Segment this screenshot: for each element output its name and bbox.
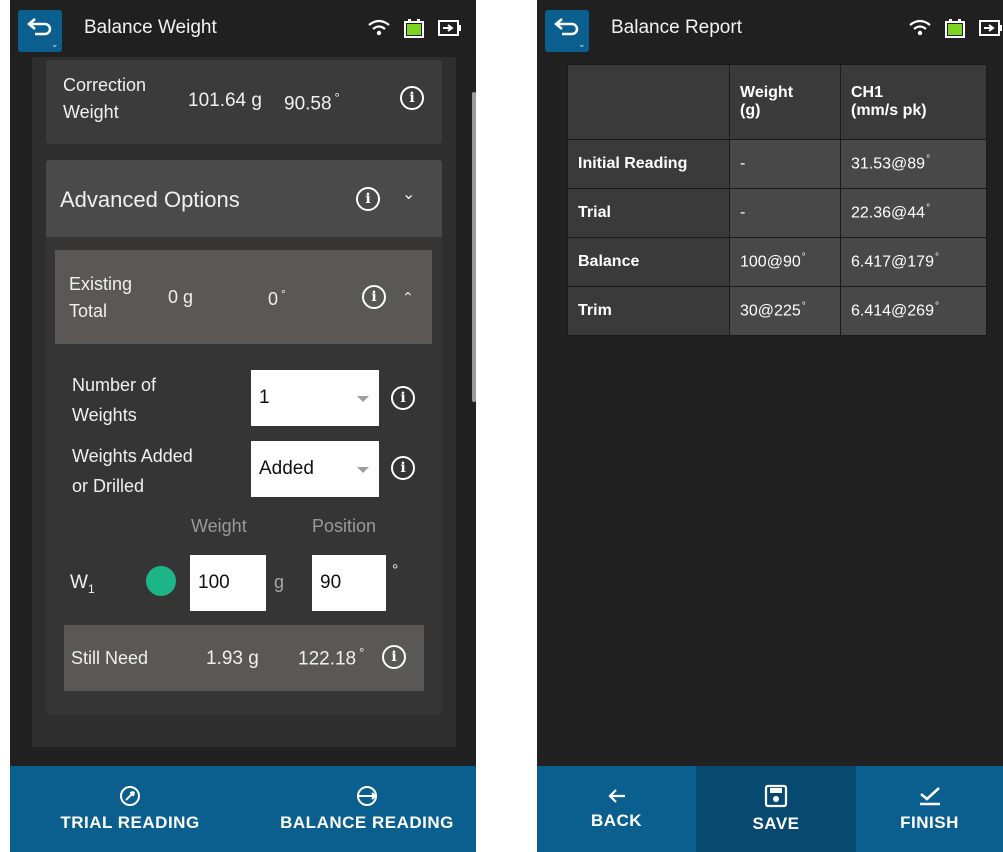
number-of-weights-select[interactable]: 1 — [251, 370, 379, 426]
table-row: Trim 30@225° 6.414@269° — [567, 286, 987, 336]
power-plug-icon — [438, 20, 461, 36]
row-label: Initial Reading — [567, 139, 730, 189]
existing-total-weight: 0 g — [168, 287, 194, 307]
chevron-down-icon: ⌄ — [51, 39, 59, 49]
battery-icon — [945, 19, 965, 38]
still-need-panel: Still Need 1.93 g 122.18 ° i — [64, 625, 424, 691]
back-menu-button[interactable]: ⌄ — [545, 10, 589, 52]
table-row: Initial Reading - 31.53@89° — [567, 139, 987, 189]
info-icon[interactable]: i — [400, 86, 424, 110]
top-bar: ⌄ Balance Report — [537, 0, 1003, 57]
power-plug-icon — [979, 20, 1002, 36]
advanced-options-card: Advanced Options i ⌄ Existing Total 0 g … — [46, 160, 442, 715]
checkmark-icon — [919, 787, 940, 806]
back-arrow-icon — [27, 18, 52, 36]
bottom-action-bar: TRIAL READING BALANCE READING — [10, 766, 476, 852]
table-header-row: Weight (g) CH1 (mm/s pk) — [567, 64, 987, 140]
row-weight: 30@225° — [729, 286, 841, 336]
weight-row-label: W1 — [70, 572, 95, 596]
correction-weight-value: 101.64 g — [188, 90, 262, 111]
wifi-icon — [909, 19, 931, 36]
trial-gauge-icon — [120, 786, 140, 806]
chevron-down-icon — [357, 467, 369, 473]
page-title: Balance Report — [611, 17, 742, 38]
balance-reading-button[interactable]: BALANCE READING — [272, 766, 462, 852]
chevron-down-icon — [357, 396, 369, 402]
balance-weight-screen: ⌄ Balance Weight Correction Weight 101.6… — [10, 0, 476, 852]
wifi-icon — [368, 19, 390, 36]
chevron-up-icon[interactable]: ⌄ — [402, 288, 414, 305]
position-column-header: Position — [312, 516, 377, 536]
number-of-weights-label: Number of Weights — [72, 375, 157, 425]
correction-weight-card: Correction Weight 101.64 g 90.58 ° i — [46, 60, 442, 144]
weights-added-label: Weights Added or Drilled — [72, 446, 193, 496]
still-need-weight: 1.93 g — [206, 648, 259, 669]
save-disk-icon — [764, 784, 788, 808]
still-need-angle: 122.18 ° — [298, 645, 365, 670]
weights-added-select[interactable]: Added — [251, 441, 379, 497]
info-icon[interactable]: i — [362, 285, 386, 309]
table-row: Trial - 22.36@44° — [567, 188, 987, 238]
back-button[interactable]: BACK — [537, 766, 696, 852]
existing-total-angle: 0 ° — [268, 287, 286, 309]
info-icon[interactable]: i — [356, 187, 380, 211]
row-ch1: 31.53@89° — [840, 139, 987, 189]
table-header-empty — [567, 64, 730, 140]
back-arrow-icon — [554, 18, 579, 36]
existing-total-panel: Existing Total 0 g 0 ° i ⌄ — [55, 250, 432, 344]
balance-report-table: Weight (g) CH1 (mm/s pk) Initial Reading -… — [567, 64, 987, 336]
weight-unit: g — [274, 572, 285, 592]
chevron-down-icon[interactable]: ⌄ — [402, 184, 415, 204]
position-degree-symbol: ° — [392, 562, 399, 579]
row-label: Trim — [567, 286, 730, 336]
row-weight: 100@90° — [729, 237, 841, 287]
trial-reading-button[interactable]: TRIAL READING — [50, 766, 210, 852]
info-icon[interactable]: i — [382, 645, 406, 669]
row-label: Trial — [567, 188, 730, 238]
row-ch1: 6.414@269° — [840, 286, 987, 336]
weight-column-header: Weight — [191, 516, 247, 536]
top-bar: ⌄ Balance Weight — [10, 0, 476, 57]
correction-angle-value: 90.58 ° — [284, 90, 340, 115]
still-need-label: Still Need — [71, 648, 149, 668]
row-weight: - — [729, 188, 841, 238]
position-input[interactable]: 90 — [312, 555, 386, 611]
weight-input[interactable]: 100 — [190, 555, 266, 611]
weight-color-dot — [146, 566, 176, 596]
existing-total-label: Existing Total — [69, 274, 133, 321]
balance-target-icon — [357, 786, 377, 806]
table-header-ch1: CH1 (mm/s pk) — [840, 64, 987, 140]
table-row: Balance 100@90° 6.417@179° — [567, 237, 987, 287]
chevron-down-icon: ⌄ — [578, 39, 586, 49]
bottom-action-bar: BACK SAVE FINISH — [537, 766, 1003, 852]
arrow-left-icon — [607, 789, 625, 803]
table-header-weight: Weight (g) — [729, 64, 841, 140]
info-icon[interactable]: i — [391, 386, 415, 410]
info-icon[interactable]: i — [391, 456, 415, 480]
battery-icon — [404, 19, 424, 38]
correction-weight-label: Correction Weight — [63, 75, 147, 122]
row-ch1: 6.417@179° — [840, 237, 987, 287]
row-label: Balance — [567, 237, 730, 287]
row-ch1: 22.36@44° — [840, 188, 987, 238]
back-menu-button[interactable]: ⌄ — [18, 10, 62, 52]
finish-button[interactable]: FINISH — [856, 766, 1003, 852]
advanced-options-header[interactable]: Advanced Options i ⌄ — [46, 160, 442, 237]
balance-report-screen: ⌄ Balance Report Weight (g) CH1 (mm/s pk… — [537, 0, 1003, 852]
save-button[interactable]: SAVE — [696, 766, 856, 852]
row-weight: - — [729, 139, 841, 189]
advanced-options-title: Advanced Options — [60, 187, 240, 212]
page-title: Balance Weight — [84, 17, 217, 38]
scrollbar[interactable] — [472, 92, 476, 402]
